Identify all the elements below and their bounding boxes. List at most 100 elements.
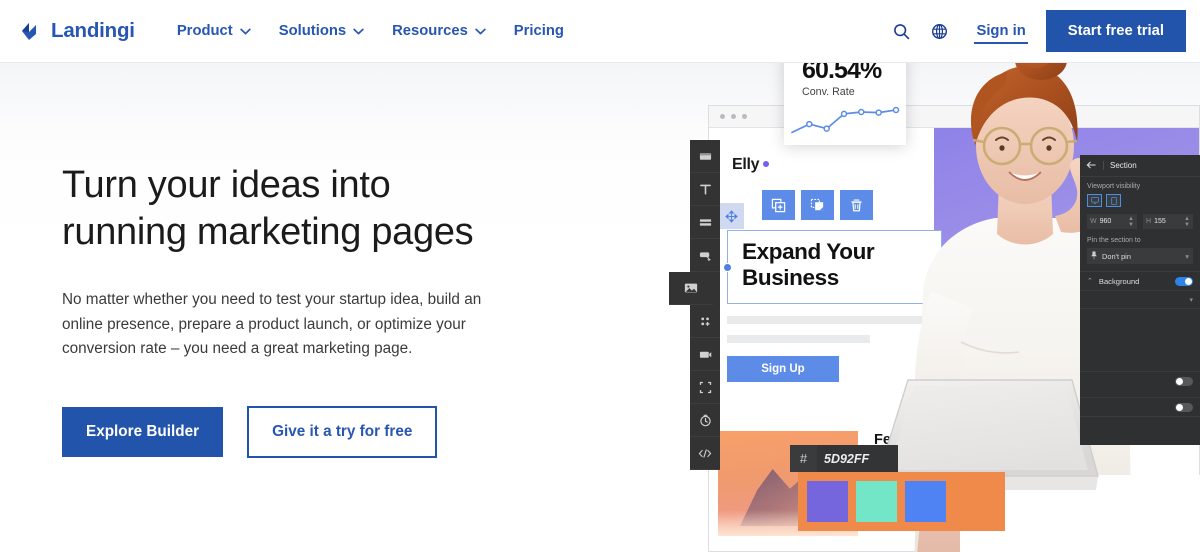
dimension-fields: W 960 ▲▼ H 155 ▲▼ bbox=[1087, 214, 1193, 229]
width-key: W bbox=[1090, 218, 1097, 225]
color-swatch-blue[interactable] bbox=[954, 481, 995, 522]
selected-text-element[interactable]: Expand Your Business bbox=[727, 230, 942, 304]
chevron-down-icon bbox=[240, 28, 251, 35]
hero-copy: Turn your ideas into running marketing p… bbox=[62, 162, 542, 458]
site-logo-elly: Elly bbox=[732, 156, 769, 174]
panel-row bbox=[1080, 308, 1200, 364]
hex-input-bar[interactable]: # 5D92FF bbox=[790, 445, 898, 472]
panel-select-row[interactable]: ▾ bbox=[1080, 290, 1200, 308]
color-swatch-teal[interactable] bbox=[905, 481, 946, 522]
pin-section-dropdown[interactable]: Don't pin ▾ bbox=[1087, 248, 1193, 264]
text-icon[interactable] bbox=[690, 173, 720, 206]
signup-button-element[interactable]: Sign Up bbox=[727, 356, 839, 382]
give-it-a-try-button[interactable]: Give it a try for free bbox=[247, 406, 437, 458]
window-dot-icon bbox=[731, 114, 736, 119]
placeholder-text-line bbox=[727, 335, 870, 343]
nav-item-resources[interactable]: Resources bbox=[378, 15, 500, 47]
window-dot-icon bbox=[720, 114, 725, 119]
conversion-rate-sparkline bbox=[788, 99, 900, 139]
editor-side-toolbar bbox=[690, 140, 720, 470]
color-swatch-row bbox=[798, 472, 1005, 531]
desktop-icon[interactable] bbox=[1087, 194, 1102, 207]
viewport-toggle-group bbox=[1087, 194, 1193, 207]
pin-section-value: Don't pin bbox=[1102, 252, 1131, 261]
background-label: Background bbox=[1099, 277, 1140, 286]
image-icon[interactable] bbox=[669, 272, 713, 305]
duplicate-icon[interactable] bbox=[762, 190, 795, 220]
selected-text-content: Expand Your Business bbox=[728, 231, 941, 291]
logo-dot-icon bbox=[763, 161, 769, 167]
color-picker-widget: # 5D92FF bbox=[790, 445, 1005, 531]
section-settings-panel: Section Viewport visibility W 960 bbox=[1080, 155, 1200, 445]
chevron-down-icon bbox=[475, 28, 486, 35]
nav-item-label: Product bbox=[177, 23, 233, 39]
code-icon[interactable] bbox=[690, 437, 720, 470]
nav-item-solutions[interactable]: Solutions bbox=[265, 15, 378, 47]
collapse-chevron-icon[interactable]: ⌃ bbox=[1087, 277, 1093, 285]
viewport-visibility-label: Viewport visibility bbox=[1087, 183, 1193, 190]
chevron-down-icon: ▾ bbox=[1185, 252, 1189, 261]
panel-header: Section bbox=[1080, 155, 1200, 177]
selected-text-line-2: Business bbox=[742, 265, 839, 290]
hero-title-line-1: Turn your ideas into bbox=[62, 164, 390, 206]
background-toggle[interactable] bbox=[1175, 277, 1193, 286]
panel-toggle[interactable] bbox=[1175, 403, 1193, 412]
search-icon[interactable] bbox=[882, 12, 920, 50]
nav-links: Product Solutions Resources Pricing bbox=[163, 15, 578, 47]
hero-visual: Elly bbox=[660, 45, 1200, 552]
button-icon[interactable] bbox=[690, 239, 720, 272]
explore-builder-button[interactable]: Explore Builder bbox=[62, 407, 223, 457]
timer-icon[interactable] bbox=[690, 404, 720, 437]
height-field[interactable]: H 155 ▲▼ bbox=[1143, 214, 1193, 229]
trash-icon[interactable] bbox=[840, 190, 873, 220]
stepper-icon[interactable]: ▲▼ bbox=[1184, 216, 1190, 228]
height-key: H bbox=[1146, 218, 1151, 225]
frame-icon[interactable] bbox=[690, 371, 720, 404]
start-free-trial-button[interactable]: Start free trial bbox=[1046, 10, 1186, 52]
section-icon[interactable] bbox=[690, 206, 720, 239]
nav-item-label: Pricing bbox=[514, 23, 564, 39]
panel-toggle-row[interactable] bbox=[1080, 397, 1200, 416]
hero-title-line-2: running marketing pages bbox=[62, 211, 473, 253]
nav-item-label: Solutions bbox=[279, 23, 346, 39]
box-icon[interactable] bbox=[690, 140, 720, 173]
resize-handle-left[interactable] bbox=[723, 263, 732, 272]
back-arrow-icon[interactable] bbox=[1086, 161, 1096, 171]
landing-page: Landingi Product Solutions Resources bbox=[0, 0, 1200, 552]
chevron-down-icon: ▾ bbox=[1189, 296, 1193, 304]
brand-name: Landingi bbox=[51, 19, 135, 43]
chevron-down-icon bbox=[353, 28, 364, 35]
copy-layers-icon[interactable] bbox=[801, 190, 834, 220]
width-value: 960 bbox=[1100, 218, 1112, 225]
form-icon[interactable] bbox=[690, 305, 720, 338]
hex-value[interactable]: 5D92FF bbox=[817, 445, 898, 472]
globe-icon[interactable] bbox=[920, 12, 958, 50]
mobile-icon[interactable] bbox=[1106, 194, 1121, 207]
panel-toggle[interactable] bbox=[1175, 377, 1193, 386]
resize-handle-right[interactable] bbox=[937, 263, 946, 272]
site-logo-text: Elly bbox=[732, 156, 759, 173]
height-value: 155 bbox=[1154, 218, 1166, 225]
page-title: Turn your ideas into running marketing p… bbox=[62, 162, 542, 256]
selected-text-line-1: Expand Your bbox=[742, 239, 874, 264]
video-icon[interactable] bbox=[690, 338, 720, 371]
element-mini-toolbar bbox=[762, 190, 873, 220]
viewport-visibility-section: Viewport visibility W 960 ▲▼ bbox=[1080, 177, 1200, 264]
placeholder-text-line bbox=[727, 316, 923, 324]
brand-logo[interactable]: Landingi bbox=[20, 19, 135, 43]
sign-in-link[interactable]: Sign in bbox=[974, 19, 1027, 44]
nav-item-label: Resources bbox=[392, 23, 468, 39]
background-row[interactable]: ⌃ Background bbox=[1080, 271, 1200, 290]
drag-handle[interactable] bbox=[719, 203, 744, 229]
nav-right-cluster: Sign in Start free trial bbox=[882, 10, 1200, 52]
nav-item-pricing[interactable]: Pricing bbox=[500, 15, 578, 47]
color-swatch-orange[interactable] bbox=[807, 481, 848, 522]
color-swatch-purple[interactable] bbox=[856, 481, 897, 522]
landingi-diamond-logo bbox=[20, 20, 42, 42]
window-chrome bbox=[709, 106, 1199, 128]
nav-item-product[interactable]: Product bbox=[163, 15, 265, 47]
panel-toggle-row[interactable] bbox=[1080, 371, 1200, 390]
panel-row bbox=[1080, 416, 1200, 445]
width-field[interactable]: W 960 ▲▼ bbox=[1087, 214, 1137, 229]
stepper-icon[interactable]: ▲▼ bbox=[1128, 216, 1134, 228]
